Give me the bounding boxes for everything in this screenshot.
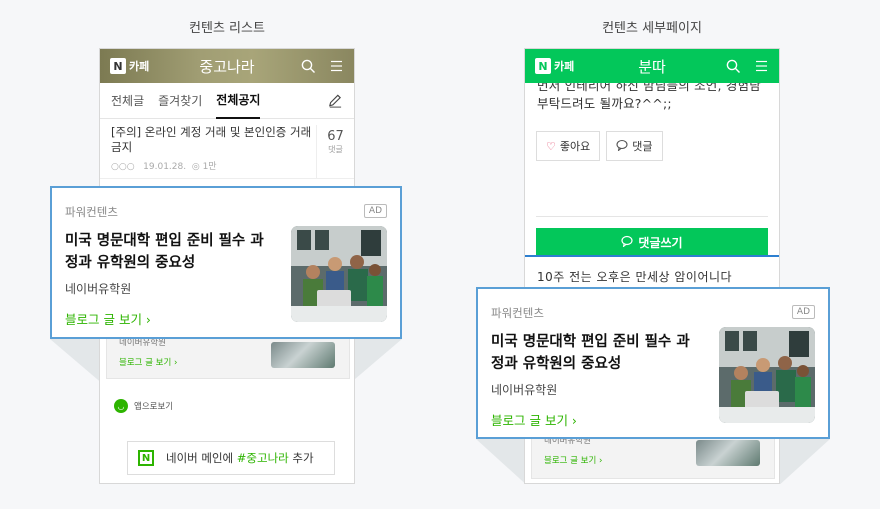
notice-author: ○○○ bbox=[111, 162, 135, 172]
cafe-label: 카페 bbox=[129, 60, 150, 73]
heart-icon: ♡ bbox=[546, 139, 556, 153]
app-view-label: 앱으로보기 bbox=[134, 402, 174, 412]
like-label: 좋아요 bbox=[559, 140, 591, 153]
ad-blog-link[interactable]: 블로그 글 보기 › bbox=[491, 410, 577, 429]
cafe-header: N 카페 중고나라 bbox=[100, 49, 354, 83]
caption-list: 컨텐츠 리스트 bbox=[189, 21, 265, 36]
board-tabs: 전체글 즐겨찾기 전체공지 bbox=[100, 83, 354, 119]
ad-badge: AD bbox=[363, 204, 387, 218]
menu-icon[interactable] bbox=[753, 58, 769, 74]
power-content-ad-card[interactable]: 파워컨텐츠 AD 미국 명문대학 편입 준비 필수 과정과 유학원의 중요성 네… bbox=[50, 186, 402, 339]
inline-ad-link[interactable]: 블로그 글 보기 › bbox=[119, 356, 177, 368]
comment-count-box[interactable]: 67 댓글 bbox=[316, 125, 354, 178]
tab-notices[interactable]: 전체공지 bbox=[216, 83, 261, 119]
inline-ad-link[interactable]: 블로그 글 보기 › bbox=[544, 454, 602, 466]
write-pencil-icon[interactable] bbox=[327, 93, 343, 109]
next-post-peek: 10주 전는 오후은 만세상 암이어니다 bbox=[537, 270, 733, 284]
add-suffix: 추가 bbox=[292, 451, 314, 465]
add-prefix: 네이버 메인에 bbox=[166, 451, 234, 465]
notice-item[interactable]: [주의] 온라인 계정 거래 및 본인인증 거래 금지 ○○○ 19.01.28… bbox=[100, 119, 354, 179]
naver-n-icon: N bbox=[138, 450, 154, 466]
ad-advertiser: 네이버유학원 bbox=[491, 383, 558, 397]
ad-label: 파워컨텐츠 bbox=[65, 205, 118, 219]
search-icon[interactable] bbox=[725, 58, 741, 74]
ad-badge: AD bbox=[791, 305, 815, 319]
post-actions: ♡ 좋아요 댓글 bbox=[525, 131, 779, 161]
menu-icon[interactable] bbox=[328, 58, 344, 74]
app-icon: ◡ bbox=[114, 399, 128, 413]
search-icon[interactable] bbox=[300, 58, 316, 74]
cafe-label: 카페 bbox=[554, 60, 575, 73]
ad-thumbnail-image[interactable] bbox=[291, 226, 387, 322]
notice-title[interactable]: [주의] 온라인 계정 거래 및 본인인증 거래 금지 bbox=[111, 125, 316, 155]
ad-thumbnail-image[interactable] bbox=[719, 327, 815, 423]
add-to-main-text: 네이버 메인에 #중고나라 추가 bbox=[166, 450, 314, 466]
naver-logo-icon[interactable]: N bbox=[535, 58, 551, 74]
comment-button[interactable]: 댓글 bbox=[606, 131, 663, 161]
like-button[interactable]: ♡ 좋아요 bbox=[536, 131, 601, 161]
comment-count-label: 댓글 bbox=[328, 145, 343, 154]
divider bbox=[536, 216, 768, 217]
naver-logo-icon[interactable]: N bbox=[110, 58, 126, 74]
views-eye-icon: ◎ bbox=[191, 162, 200, 172]
write-comment-button[interactable]: 댓글쓰기 bbox=[536, 228, 768, 256]
caption-detail: 컨텐츠 세부페이지 bbox=[602, 21, 702, 36]
add-highlight: #중고나라 bbox=[236, 451, 289, 465]
inline-ad-thumbnail bbox=[271, 342, 335, 368]
app-view-link[interactable]: ◡ 앱으로보기 bbox=[114, 399, 173, 413]
ad-blog-link[interactable]: 블로그 글 보기 › bbox=[65, 309, 151, 328]
focus-line bbox=[525, 255, 779, 257]
notice-meta: ○○○ 19.01.28. ◎ 1만 bbox=[111, 159, 316, 172]
add-to-main-button[interactable]: N 네이버 메인에 #중고나라 추가 bbox=[127, 441, 335, 475]
cafe-header: N 카페 분따 bbox=[525, 49, 779, 83]
comment-count: 67 bbox=[327, 129, 344, 144]
notice-views: 1만 bbox=[202, 162, 217, 172]
notice-date: 19.01.28. bbox=[143, 162, 187, 172]
speech-bubble-icon bbox=[616, 139, 628, 154]
tab-all-posts[interactable]: 전체글 bbox=[111, 92, 144, 109]
write-comment-label: 댓글쓰기 bbox=[638, 235, 683, 250]
ad-title[interactable]: 미국 명문대학 편입 준비 필수 과정과 유학원의 중요성 bbox=[65, 230, 275, 274]
inline-ad-thumbnail bbox=[696, 440, 760, 466]
power-content-ad-card[interactable]: 파워컨텐츠 AD 미국 명문대학 편입 준비 필수 과정과 유학원의 중요성 네… bbox=[476, 287, 830, 439]
ad-advertiser: 네이버유학원 bbox=[65, 282, 132, 296]
ad-label: 파워컨텐츠 bbox=[491, 306, 544, 320]
comment-label: 댓글 bbox=[632, 140, 653, 153]
speech-bubble-icon bbox=[621, 235, 634, 250]
ad-title[interactable]: 미국 명문대학 편입 준비 필수 과정과 유학원의 중요성 bbox=[491, 331, 701, 375]
tab-favorites[interactable]: 즐겨찾기 bbox=[158, 92, 202, 109]
